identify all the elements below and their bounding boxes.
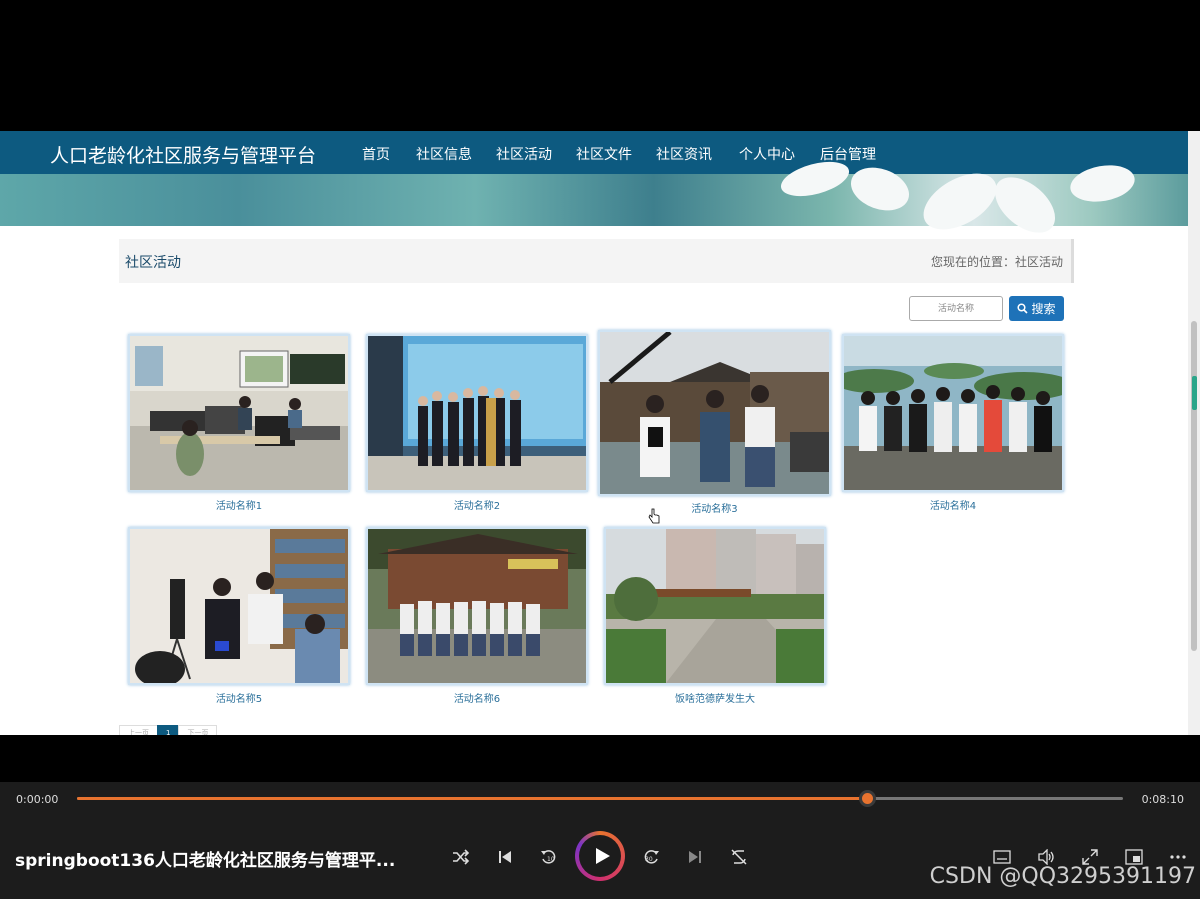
seek-bar-thumb[interactable] [858,790,876,807]
activity-card[interactable]: 饭啥范德萨发生大 [604,527,826,707]
section-header: 社区活动 您现在的位置：社区活动 [119,239,1074,283]
nav-community-files[interactable]: 社区文件 [576,144,632,164]
shuffle-icon[interactable] [452,849,470,865]
activity-card[interactable]: 活动名称4 [842,334,1064,514]
banner-petal [914,162,1006,241]
scrollbar-thumb[interactable] [1191,321,1197,651]
page-scrollbar[interactable] [1188,131,1200,735]
next-track-icon[interactable] [687,849,703,865]
scrollbar-marker [1192,376,1197,410]
mini-player-icon[interactable] [1125,849,1143,865]
activity-caption[interactable]: 活动名称1 [128,497,350,512]
nav-community-news[interactable]: 社区资讯 [656,144,712,164]
hand-cursor-icon [648,508,660,524]
volume-icon[interactable] [1038,849,1056,865]
watermark: CSDN @QQ3295391197 [929,864,1196,889]
banner-petal [984,166,1066,244]
video-title: springboot136人口老龄化社区服务与管理平... [15,851,396,871]
activity-name-search-input[interactable] [909,296,1003,321]
rewind-10-icon[interactable]: 10 [540,848,558,866]
svg-text:10: 10 [547,856,555,863]
total-time: 0:08:10 [1141,793,1184,806]
activity-photo[interactable] [128,334,350,492]
nav-personal-center[interactable]: 个人中心 [739,144,795,164]
nav-home[interactable]: 首页 [362,144,390,164]
player-controls: 0:00:00 0:08:10 springboot136人口老龄化社区服务与管… [0,782,1200,899]
activity-image [844,336,1062,490]
video-player-window: 人口老龄化社区服务与管理平台 首页 社区信息 社区活动 社区文件 社区资讯 个人… [0,0,1200,899]
nav-community-activities[interactable]: 社区活动 [490,144,558,177]
repeat-off-icon[interactable] [730,848,748,866]
play-button[interactable] [575,831,625,881]
activity-caption[interactable]: 活动名称5 [128,690,350,705]
activity-photo[interactable] [604,527,826,685]
previous-track-icon[interactable] [497,849,513,865]
activity-image [600,332,829,494]
captions-icon[interactable] [993,850,1011,864]
activity-card[interactable]: 活动名称2 [366,334,588,514]
activity-image [368,529,586,683]
pagination-page-1[interactable]: 1 [157,725,180,735]
activity-caption[interactable]: 活动名称3 [598,500,831,515]
fullscreen-icon[interactable] [1082,849,1098,865]
activity-image [368,336,586,490]
pagination: 上一页 1 下一页 [119,720,218,735]
current-time: 0:00:00 [16,793,59,806]
seek-bar[interactable] [77,790,1123,807]
activity-caption[interactable]: 活动名称4 [842,497,1064,512]
site-brand: 人口老龄化社区服务与管理平台 [50,145,317,167]
activity-card[interactable]: 活动名称1 [128,334,350,514]
pagination-prev[interactable]: 上一页 [119,725,158,735]
activity-card[interactable]: 活动名称5 [128,527,350,707]
activity-photo[interactable] [128,527,350,685]
nav-community-info[interactable]: 社区信息 [416,144,472,164]
activity-image [130,336,348,490]
activity-card[interactable]: 活动名称3 [598,330,831,515]
search-button[interactable]: 搜索 [1009,296,1064,321]
breadcrumb: 您现在的位置：社区活动 [930,255,1063,269]
activity-image [606,529,824,683]
hero-banner [0,155,1188,264]
activity-caption[interactable]: 活动名称6 [366,690,588,705]
search-button-label: 搜索 [1031,302,1056,316]
activity-photo[interactable] [598,330,831,496]
play-button-inner [579,835,621,877]
more-options-icon[interactable] [1170,854,1186,860]
activity-photo[interactable] [842,334,1064,492]
activity-caption[interactable]: 活动名称2 [366,497,588,512]
site-navbar: 人口老龄化社区服务与管理平台 首页 社区信息 社区活动 社区文件 社区资讯 个人… [0,131,1188,177]
activity-image [130,529,348,683]
search-icon [1017,303,1029,314]
activity-card[interactable]: 活动名称6 [366,527,588,707]
pagination-next[interactable]: 下一页 [178,725,218,735]
activity-photo[interactable] [366,527,588,685]
play-icon [596,848,610,864]
activity-photo[interactable] [366,334,588,492]
video-frame[interactable]: 人口老龄化社区服务与管理平台 首页 社区信息 社区活动 社区文件 社区资讯 个人… [0,131,1200,735]
seek-bar-progress [77,797,867,800]
forward-30-icon[interactable]: 30 [642,848,660,866]
svg-text:30: 30 [645,856,653,863]
activity-caption[interactable]: 饭啥范德萨发生大 [604,690,826,705]
section-title: 社区活动 [125,255,181,271]
